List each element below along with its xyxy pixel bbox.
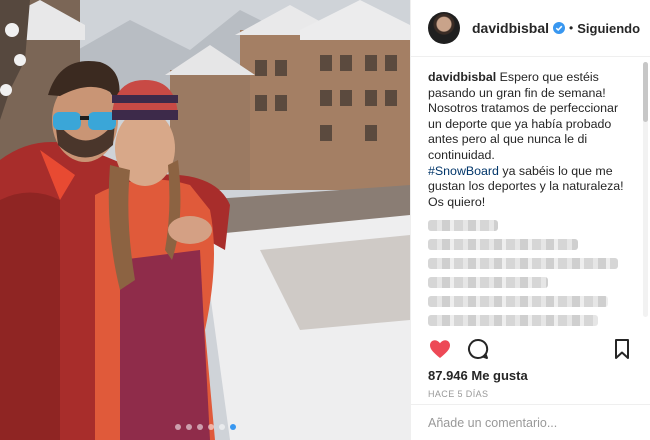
blurred-comments xyxy=(428,220,634,330)
header-separator: • xyxy=(569,21,574,35)
blurred-comment xyxy=(428,296,608,308)
comment-box xyxy=(411,404,650,440)
post-caption: davidbisbal Espero que estéis pasando un… xyxy=(428,70,634,210)
comments-scrollbar[interactable] xyxy=(643,62,648,317)
caption-username[interactable]: davidbisbal xyxy=(428,70,496,84)
blurred-comment xyxy=(428,220,498,232)
blurred-comment xyxy=(428,315,598,327)
heart-icon[interactable] xyxy=(428,337,452,361)
scrollbar-thumb[interactable] xyxy=(643,62,648,122)
bookmark-icon[interactable] xyxy=(610,337,634,361)
carousel-dot[interactable] xyxy=(207,424,214,430)
carousel-dot[interactable] xyxy=(185,424,192,430)
header-username[interactable]: davidbisbal xyxy=(472,20,549,36)
caption-text-2: Nosotros tratamos de perfeccionar un dep… xyxy=(428,101,619,162)
avatar[interactable] xyxy=(428,12,460,44)
carousel-dot[interactable] xyxy=(174,424,181,430)
verified-badge-icon xyxy=(553,22,566,34)
likes-count[interactable]: 87.946 Me gusta xyxy=(428,368,528,383)
comment-icon[interactable] xyxy=(466,337,490,361)
action-bar xyxy=(411,337,650,361)
add-comment-input[interactable] xyxy=(428,415,634,430)
carousel-dot[interactable] xyxy=(218,424,225,430)
blurred-comment xyxy=(428,239,578,251)
blurred-comment xyxy=(428,277,548,289)
hashtag-link[interactable]: #SnowBoard xyxy=(428,164,499,178)
post-timestamp: HACE 5 DÍAS xyxy=(428,389,489,399)
following-button[interactable]: Siguiendo xyxy=(577,21,640,36)
carousel-dots xyxy=(0,424,410,430)
post-photo[interactable] xyxy=(0,0,410,440)
comments-section: davidbisbal Espero que estéis pasando un… xyxy=(411,58,650,330)
blurred-comment xyxy=(428,258,618,270)
post-side-panel: davidbisbal • Siguiendo davidbisbal Espe… xyxy=(410,0,650,440)
post-header: davidbisbal • Siguiendo xyxy=(411,0,650,57)
carousel-dot[interactable] xyxy=(196,424,203,430)
carousel-dot-active[interactable] xyxy=(229,424,236,430)
photo-scene xyxy=(0,0,410,440)
